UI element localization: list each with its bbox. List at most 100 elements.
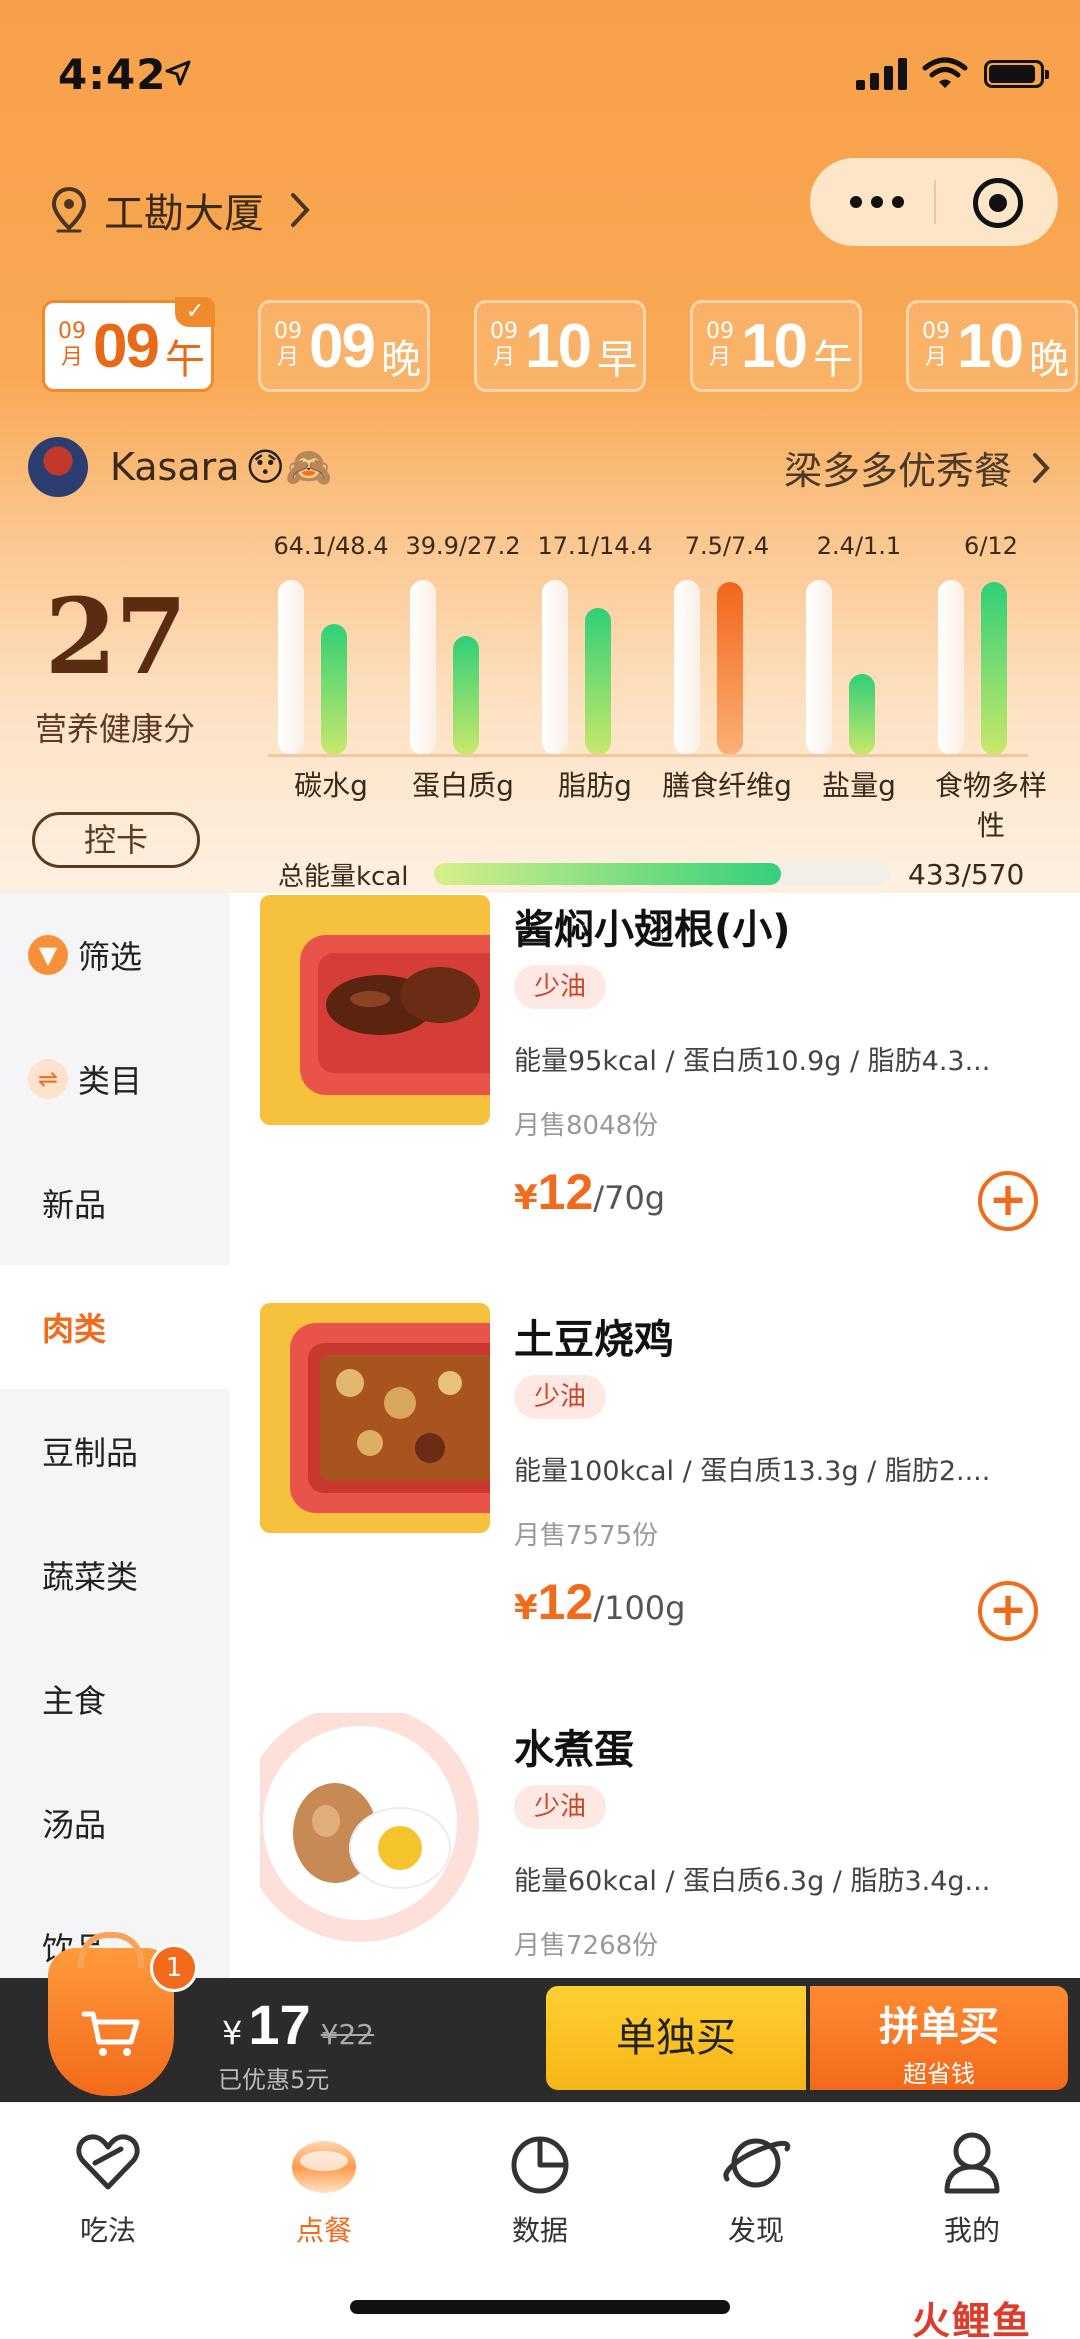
product-card[interactable]: 酱焖小翅根(小) 少油 能量95kcal / 蛋白质10.9g / 脂肪4.3.… — [230, 893, 1080, 1303]
group-link[interactable]: 梁多多优秀餐 — [784, 440, 1050, 495]
avatar[interactable] — [28, 437, 88, 497]
tab-data[interactable]: 数据 — [460, 2127, 620, 2249]
date-chip[interactable]: 09 月 10 早 — [474, 300, 646, 392]
nutrient-value: 7.5/7.4 — [684, 532, 770, 560]
sidebar-item-label: 新品 — [42, 1186, 107, 1224]
sidebar-item-label: 豆制品 — [42, 1434, 139, 1472]
location-name: 工勘大厦 — [104, 191, 264, 237]
wifi-icon — [922, 57, 968, 88]
sidebar-item-soup[interactable]: 汤品 — [0, 1761, 230, 1885]
nutrient-fill-track — [321, 580, 347, 755]
date-chip-meal: 晚 — [381, 337, 421, 383]
tab-label: 吃法 — [79, 2214, 136, 2247]
nutrient-fill — [849, 674, 875, 755]
swap-icon: ⇌ — [28, 1059, 68, 1099]
tab-me[interactable]: 我的 — [892, 2127, 1052, 2249]
date-chip-day: 09 — [309, 312, 376, 381]
nutrient-fill-track — [453, 580, 479, 755]
sidebar-item-filter[interactable]: ▼ 筛选 — [0, 893, 230, 1017]
nutrient-value: 2.4/1.1 — [816, 532, 902, 560]
date-chip-day: 09 — [93, 312, 160, 381]
energy-fill — [434, 863, 781, 885]
battery-icon — [984, 60, 1049, 88]
nutrient-bars: 64.1/48.4 碳水g 39.9/27.2 蛋白质g 17.1/14.4 脂肪g 7.5… — [265, 532, 1065, 842]
cellular-signal-icon — [856, 58, 907, 90]
buy-group-button[interactable]: 拼单买 超省钱 — [810, 1986, 1068, 2090]
energy-label: 总能量kcal — [278, 861, 409, 892]
status-bar: 4:42 — [0, 40, 1080, 120]
date-chip[interactable]: 09 月 09 晚 — [258, 300, 430, 392]
cart-currency: ¥ — [222, 2014, 243, 2052]
sidebar-item-new[interactable]: 新品 — [0, 1141, 230, 1265]
nutrient-fill — [981, 582, 1007, 755]
product-nutrition: 能量60kcal / 蛋白质6.3g / 脂肪3.4g... — [514, 1866, 991, 1897]
product-price: ¥12/70g — [514, 1163, 665, 1221]
product-card[interactable]: 水煮蛋 少油 能量60kcal / 蛋白质6.3g / 脂肪3.4g... 月售… — [230, 1713, 1080, 1978]
date-chip[interactable]: 09 月 10 晚 — [906, 300, 1078, 392]
planet-icon — [723, 2138, 791, 2188]
user-emojis: 😯🙈 — [245, 444, 333, 489]
product-card[interactable]: 土豆烧鸡 少油 能量100kcal / 蛋白质13.3g / 脂肪2.... 月… — [230, 1303, 1080, 1713]
product-image — [260, 895, 490, 1125]
nutrient-fill — [453, 636, 479, 755]
sidebar-item-label: 肉类 — [42, 1310, 107, 1348]
location-selector[interactable]: 工勘大厦 — [50, 180, 310, 240]
health-score: 27 营养健康分 — [0, 575, 230, 750]
sidebar-item-label: 蔬菜类 — [42, 1558, 139, 1596]
chevron-right-icon — [291, 193, 310, 227]
chevron-right-icon — [1033, 452, 1050, 483]
nutrient-fill-track — [981, 580, 1007, 755]
nutrient-bar: 6/12 食物多样性 — [925, 532, 1057, 842]
more-icon[interactable] — [850, 196, 904, 208]
date-meal-selector: 09 月 09 午 ✓ 09 月 09 晚 09 月 10 早 09 月 10 午 09… — [42, 297, 1080, 392]
date-chip-month: 09 月 — [58, 319, 86, 370]
sidebar-item-category[interactable]: ⇌ 类目 — [0, 1017, 230, 1141]
date-chip-meal: 午 — [165, 337, 205, 383]
nutrient-fill — [321, 624, 347, 755]
date-chip-meal: 晚 — [1029, 337, 1069, 383]
sidebar-item-staple[interactable]: 主食 — [0, 1637, 230, 1761]
watermark: 火鲤鱼 — [912, 2299, 1033, 2339]
date-chip-month: 09 月 — [490, 319, 518, 370]
date-chip-meal: 午 — [813, 337, 853, 383]
buy-alone-button[interactable]: 单独买 — [546, 1986, 806, 2090]
cart-saved: 已优惠5元 — [218, 2066, 330, 2094]
date-chip-meal: 早 — [597, 337, 637, 383]
date-chip-month: 09 月 — [706, 319, 734, 370]
control-calorie-button[interactable]: 控卡 — [32, 812, 200, 868]
cart-count-badge: 1 — [150, 1944, 198, 1992]
close-miniprogram-icon[interactable] — [973, 178, 1023, 228]
tab-order[interactable]: 点餐 — [244, 2127, 404, 2249]
health-score-label: 营养健康分 — [34, 710, 195, 748]
nutrient-value: 6/12 — [964, 532, 1018, 560]
product-title: 水煮蛋 — [514, 1727, 634, 1773]
user-icon — [944, 2132, 1000, 2194]
sidebar-item-vegetables[interactable]: 蔬菜类 — [0, 1513, 230, 1637]
user-row: Kasara 😯🙈 — [28, 432, 332, 502]
nutrient-name: 膳食纤维g — [662, 769, 792, 802]
nutrient-value: 39.9/27.2 — [405, 532, 521, 560]
date-chip[interactable]: 09 月 10 午 — [690, 300, 862, 392]
nutrient-value: 17.1/14.4 — [537, 532, 653, 560]
add-to-cart-button[interactable]: + — [978, 1581, 1038, 1641]
miniprogram-capsule — [810, 158, 1058, 246]
nutrient-target-track — [674, 580, 700, 755]
tab-discover[interactable]: 发现 — [676, 2127, 836, 2249]
cart-button[interactable]: 1 — [48, 1932, 198, 2096]
tab-label: 点餐 — [295, 2214, 352, 2247]
nutrient-name: 食物多样性 — [934, 769, 1047, 842]
sidebar-item-meat[interactable]: 肉类 — [0, 1265, 230, 1389]
nutrient-name: 碳水g — [294, 769, 368, 802]
nutrient-fill-track — [849, 580, 875, 755]
tab-eat[interactable]: 吃法 — [28, 2127, 188, 2249]
selected-check-icon: ✓ — [175, 297, 215, 327]
date-chip[interactable]: 09 月 09 午 ✓ — [42, 297, 215, 392]
add-to-cart-button[interactable]: + — [978, 1171, 1038, 1231]
nutrient-target-track — [542, 580, 568, 755]
product-image — [260, 1713, 490, 1943]
product-sales: 月售8048份 — [514, 1111, 659, 1141]
product-tag: 少油 — [514, 965, 607, 1009]
product-tag: 少油 — [514, 1375, 607, 1419]
sidebar-item-tofu[interactable]: 豆制品 — [0, 1389, 230, 1513]
tab-label: 发现 — [727, 2214, 784, 2247]
